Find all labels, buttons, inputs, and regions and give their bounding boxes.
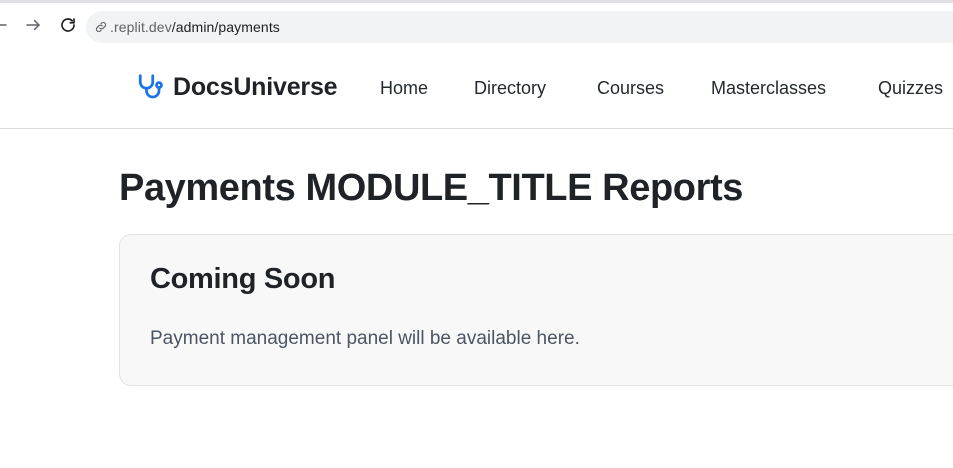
- back-button[interactable]: [0, 13, 12, 37]
- address-bar[interactable]: .replit.dev/admin/payments: [86, 11, 953, 43]
- nav-link-masterclasses[interactable]: Masterclasses: [711, 78, 826, 99]
- forward-button[interactable]: [21, 13, 45, 37]
- url-path: /admin/payments: [171, 19, 280, 35]
- nav-link-directory[interactable]: Directory: [474, 78, 546, 99]
- card-title: Coming Soon: [150, 263, 336, 295]
- card-description: Payment management panel will be availab…: [150, 328, 580, 349]
- brand-logo-link[interactable]: DocsUniverse: [134, 72, 338, 102]
- url-text: .replit.dev/admin/payments: [110, 19, 280, 35]
- reload-button[interactable]: [56, 13, 80, 37]
- browser-toolbar: .replit.dev/admin/payments: [0, 0, 953, 48]
- url-domain: .replit.dev: [110, 19, 172, 35]
- nav-link-quizzes[interactable]: Quizzes: [878, 78, 943, 99]
- link-icon: [94, 20, 108, 34]
- nav-link-courses[interactable]: Courses: [597, 78, 664, 99]
- reload-icon: [61, 18, 75, 32]
- brand-name: DocsUniverse: [173, 72, 338, 101]
- back-arrow-icon: [0, 24, 7, 26]
- nav-link-home[interactable]: Home: [380, 78, 428, 99]
- stethoscope-icon: [134, 72, 164, 102]
- forward-arrow-icon: [26, 19, 40, 31]
- site-header: DocsUniverse Home Directory Courses Mast…: [0, 48, 953, 129]
- page-title: Payments MODULE_TITLE Reports: [119, 167, 743, 209]
- coming-soon-card: Coming Soon Payment management panel wil…: [119, 234, 953, 386]
